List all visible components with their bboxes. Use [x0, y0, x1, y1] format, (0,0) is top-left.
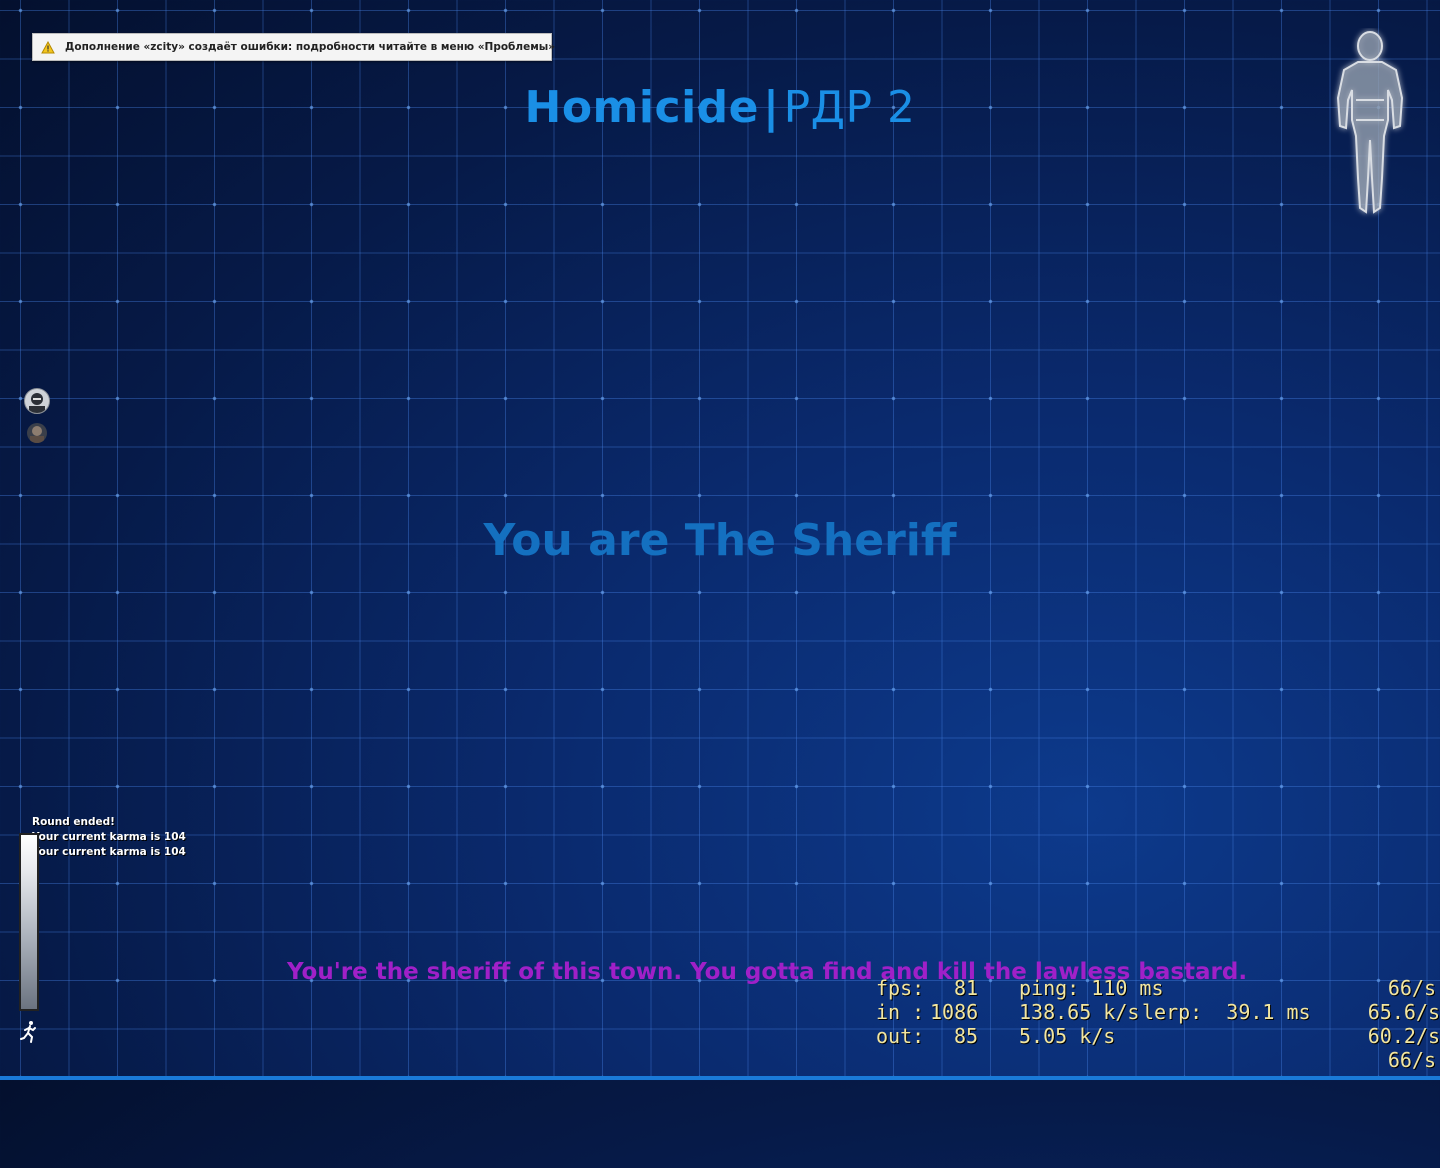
- fps-value: 81: [954, 976, 979, 1000]
- warning-icon: [41, 40, 55, 54]
- update-rate: 66/s: [1387, 976, 1436, 1000]
- chat-line: Your current karma is 104: [32, 846, 186, 858]
- body-health-icon: [1320, 28, 1420, 220]
- cmd-rate: 65.6/s: [1367, 1000, 1440, 1024]
- player-avatar-icon[interactable]: [24, 388, 50, 414]
- out-rate: 5.05 k/s: [1019, 1024, 1116, 1048]
- role-announcement: You are The Sheriff: [483, 515, 957, 566]
- in-value: 1086: [930, 1000, 979, 1024]
- chat-line: Your current karma is 104: [32, 831, 186, 843]
- net-graph-row: in : 1086 138.65 k/s lerp: 39.1 ms 65.6/…: [876, 1000, 1440, 1024]
- stamina-bar: [19, 833, 39, 1011]
- game-mode-name: Homicide: [524, 82, 759, 133]
- lerp-value: lerp: 39.1 ms: [1142, 1000, 1311, 1024]
- player-avatar-icon[interactable]: [27, 423, 47, 443]
- out-label: out:: [876, 1024, 925, 1048]
- net-graph: fps: 81 ping: 110 ms 66/s in : 1086 138.…: [876, 976, 1440, 1072]
- title-separator: |: [762, 82, 780, 133]
- out-update-rate: 60.2/s: [1367, 1024, 1440, 1048]
- chat-log: Round ended! Your current karma is 104 Y…: [32, 815, 186, 860]
- bottom-edge-bar: [0, 1076, 1440, 1080]
- in-label: in :: [876, 1000, 925, 1024]
- map-name: РДР 2: [783, 82, 916, 133]
- stamina-run-icon: [20, 1020, 38, 1044]
- fps-label: fps:: [876, 976, 925, 1000]
- addon-error-notification[interactable]: Дополнение «zcity» создаёт ошибки: подро…: [32, 33, 556, 61]
- game-mode-title: Homicide|РДР 2: [0, 82, 1440, 133]
- out-value: 85: [954, 1024, 979, 1048]
- in-rate: 138.65 k/s: [1019, 1000, 1140, 1024]
- net-graph-row: fps: 81 ping: 110 ms 66/s: [876, 976, 1440, 1000]
- chat-line: Round ended!: [32, 816, 115, 828]
- tick-rate: 66/s: [1387, 1048, 1436, 1072]
- net-graph-row: 66/s: [876, 1048, 1440, 1072]
- notification-text: Дополнение «zcity» создаёт ошибки: подро…: [65, 41, 556, 53]
- ping-value: ping: 110 ms: [1019, 976, 1164, 1000]
- net-graph-row: out: 85 5.05 k/s 60.2/s: [876, 1024, 1440, 1048]
